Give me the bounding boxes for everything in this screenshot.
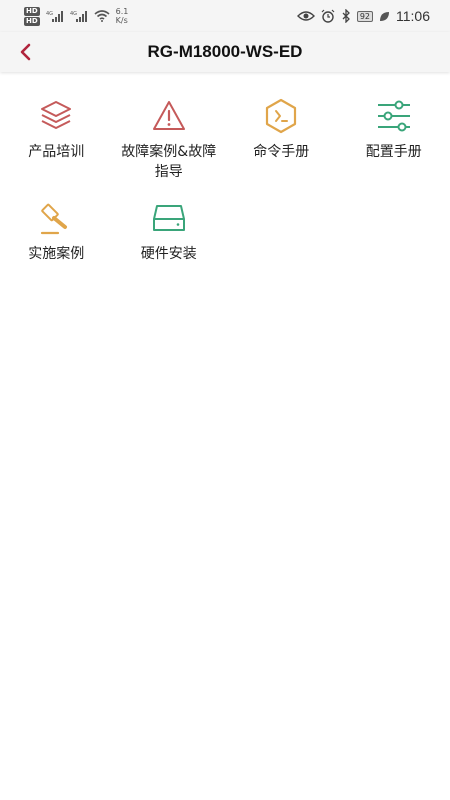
tile-product-training[interactable]: 产品培训 <box>0 96 113 182</box>
tile-label: 硬件安装 <box>140 246 197 262</box>
hd-badge: HD <box>24 16 40 26</box>
status-right: 92 11:06 <box>296 8 430 24</box>
tile-command-manual[interactable]: 命令手册 <box>225 96 338 182</box>
leaf-icon <box>380 11 389 21</box>
tile-config-manual[interactable]: 配置手册 <box>338 96 450 182</box>
terminal-hexagon-icon <box>261 96 301 136</box>
net-speed-unit: K/s <box>115 16 128 25</box>
chevron-left-icon <box>20 43 31 61</box>
back-button[interactable] <box>12 36 40 68</box>
layers-icon <box>36 96 76 136</box>
net-speed: 6.1 K/s <box>116 7 129 25</box>
app-bar: RG-M18000-WS-ED <box>0 32 450 72</box>
hard-drive-icon <box>149 198 189 238</box>
tile-implementation-cases[interactable]: 实施案例 <box>0 198 113 264</box>
tile-label: 实施案例 <box>28 246 85 262</box>
function-grid: 产品培训 故障案例&故障指导 命令手册 配置手册 实施案例 硬件安装 <box>0 96 450 264</box>
battery-indicator: 92 <box>356 10 373 22</box>
status-bar: HD HD 4G 4G 6.1 K/s 92 11:06 <box>0 0 450 32</box>
page-title: RG-M18000-WS-ED <box>147 42 303 61</box>
signal-icon: 4G <box>70 11 87 22</box>
tile-label: 命令手册 <box>253 144 310 160</box>
tile-hardware-install[interactable]: 硬件安装 <box>113 198 226 264</box>
hd-indicators: HD HD <box>24 6 40 26</box>
svg-text:4G: 4G <box>70 11 77 17</box>
sliders-icon <box>374 96 414 136</box>
hd-badge: HD <box>24 6 40 16</box>
tile-label: 故障案例&故障指导 <box>121 144 217 180</box>
tile-label: 配置手册 <box>365 144 422 160</box>
tile-fault-cases[interactable]: 故障案例&故障指导 <box>113 96 226 182</box>
wifi-icon <box>94 10 110 22</box>
svg-text:4G: 4G <box>46 11 53 17</box>
signal-icon: 4G <box>46 11 63 22</box>
net-speed-value: 6.1 <box>115 7 129 16</box>
bluetooth-icon <box>342 9 350 23</box>
status-left: HD HD 4G 4G 6.1 K/s <box>24 0 128 32</box>
warning-triangle-icon <box>149 96 189 136</box>
eye-icon <box>296 11 315 21</box>
clock: 11:06 <box>396 8 430 24</box>
gavel-icon <box>36 198 76 238</box>
tile-label: 产品培训 <box>28 144 85 160</box>
alarm-icon <box>321 9 335 23</box>
